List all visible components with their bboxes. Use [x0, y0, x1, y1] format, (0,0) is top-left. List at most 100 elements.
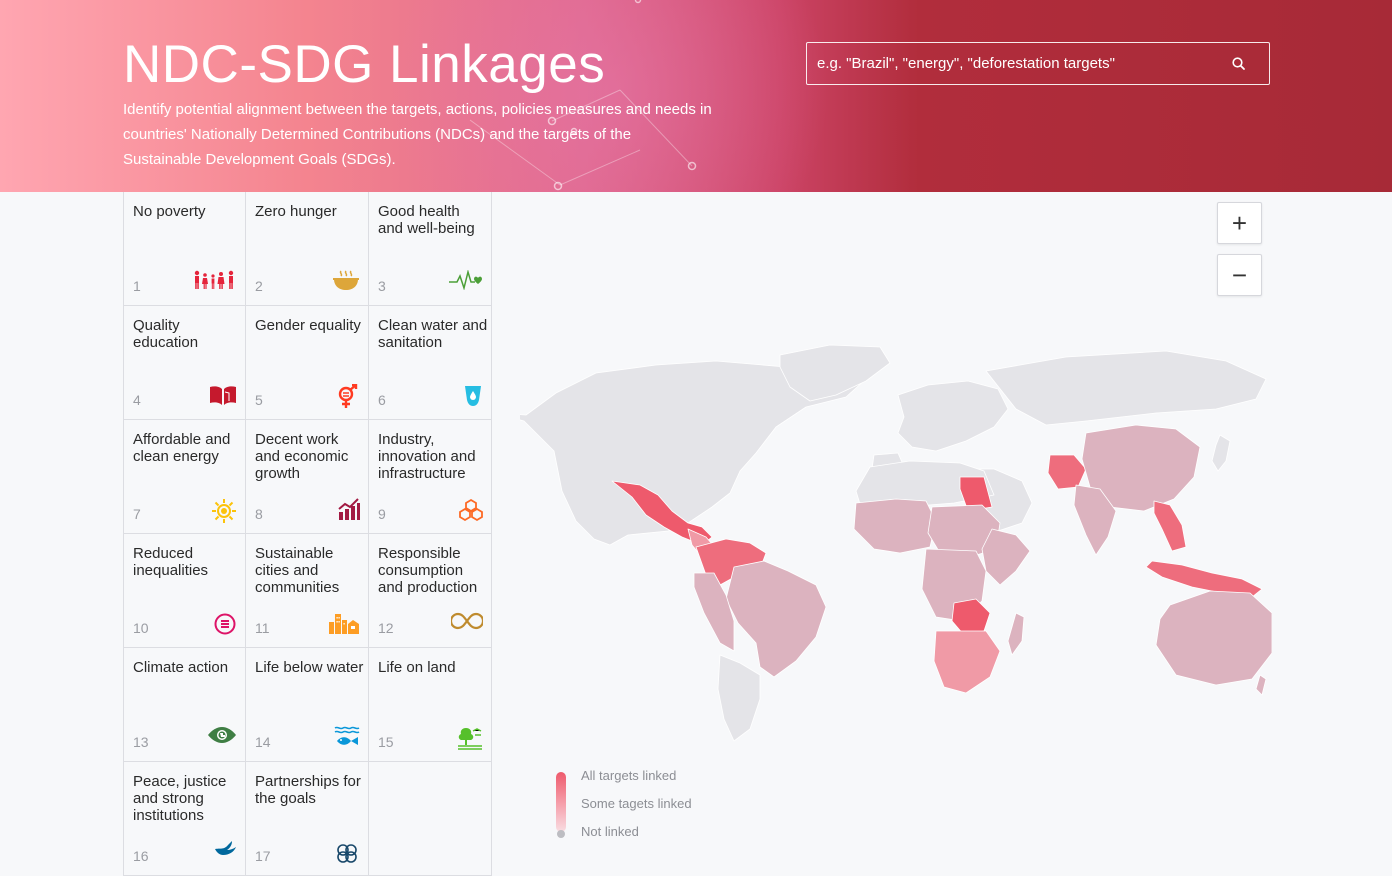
bowl-icon	[314, 270, 360, 296]
infinity-icon	[437, 612, 483, 638]
sdg-tile-6[interactable]: Clean water and sanitation 6	[369, 306, 492, 420]
sdg-tile-label: Reduced inequalities	[133, 545, 209, 579]
sdg-tile-label: Good health and well-being	[378, 203, 475, 237]
country-southern-cone	[717, 654, 761, 742]
water-drop-icon	[437, 384, 483, 410]
country-southeast-asia	[1153, 500, 1187, 552]
sdg-goal-grid: No poverty 1 Zero hunger 2 Good health a…	[123, 192, 493, 876]
sdg-tile-number: 11	[255, 620, 270, 636]
sdg-tile-label: Sustainable cities and communities	[255, 545, 340, 596]
sdg-tile-label: Partnerships for the goals	[255, 773, 361, 807]
header-banner: NDC-SDG Linkages Identify potential alig…	[0, 0, 1392, 192]
sdg-tile-7[interactable]: Affordable and clean energy 7	[123, 420, 246, 534]
country-europe	[897, 380, 1009, 452]
country-brazil	[725, 560, 827, 678]
legend-some-linked: Some tagets linked	[581, 796, 692, 811]
heartbeat-icon	[437, 270, 483, 296]
country-new-zealand	[1255, 674, 1267, 696]
city-icon	[314, 612, 360, 638]
sdg-tile-14[interactable]: Life below water 14	[246, 648, 369, 762]
sdg-tile-2[interactable]: Zero hunger 2	[246, 192, 369, 306]
sdg-tile-16[interactable]: Peace, justice and strong institutions 1…	[123, 762, 246, 876]
legend-not-linked-dot	[557, 830, 565, 838]
sdg-tile-label: Climate action	[133, 659, 229, 676]
country-peru-andes	[693, 572, 735, 652]
sdg-tile-label: No poverty	[133, 203, 206, 220]
growth-chart-icon	[314, 498, 360, 524]
country-madagascar	[1007, 612, 1025, 656]
sdg-tile-number: 5	[255, 392, 263, 408]
country-zambia	[951, 598, 991, 636]
equal-icon	[191, 612, 237, 638]
sdg-tile-number: 8	[255, 506, 263, 522]
sdg-tile-4[interactable]: Quality education 4	[123, 306, 246, 420]
sdg-tile-label: Responsible consumption and production	[378, 545, 478, 596]
sdg-tile-label: Decent work and economic growth	[255, 431, 349, 482]
sun-icon	[191, 498, 237, 524]
sdg-tile-number: 2	[255, 278, 263, 294]
eye-globe-icon	[191, 726, 237, 752]
sdg-tile-number: 10	[133, 620, 149, 636]
country-australia	[1155, 590, 1272, 686]
sdg-tile-number: 13	[133, 734, 149, 750]
sdg-tile-label: Life on land	[378, 659, 456, 676]
fish-icon	[314, 726, 360, 752]
cubes-icon	[437, 498, 483, 524]
zoom-in-button[interactable]: +	[1217, 202, 1262, 244]
sdg-tile-12[interactable]: Responsible consumption and production 1…	[369, 534, 492, 648]
sdg-tile-9[interactable]: Industry, innovation and infrastructure …	[369, 420, 492, 534]
search-icon[interactable]	[1231, 56, 1247, 72]
country-japan	[1211, 434, 1231, 472]
page-title: NDC-SDG Linkages	[123, 35, 606, 94]
sdg-tile-17[interactable]: Partnerships for the goals 17	[246, 762, 369, 876]
sdg-tile-label: Quality education	[133, 317, 199, 351]
sdg-tile-label: Affordable and clean energy	[133, 431, 231, 465]
sdg-tile-label: Gender equality	[255, 317, 361, 334]
sdg-tile-number: 15	[378, 734, 394, 750]
book-icon	[191, 384, 237, 410]
dove-icon	[191, 840, 237, 866]
sdg-tile-number: 9	[378, 506, 386, 522]
search-box[interactable]	[806, 42, 1270, 85]
sdg-tile-label: Industry, innovation and infrastructure	[378, 431, 476, 482]
country-west-africa	[853, 498, 937, 554]
sdg-tile-label: Peace, justice and strong institutions	[133, 773, 227, 824]
sdg-tile-number: 14	[255, 734, 271, 750]
sdg-tile-number: 17	[255, 848, 271, 864]
rings-icon	[314, 840, 360, 866]
country-indonesia	[1145, 560, 1263, 598]
legend-not-linked: Not linked	[581, 824, 639, 839]
sdg-tile-number: 4	[133, 392, 141, 408]
country-southern-africa	[933, 630, 1001, 694]
sdg-tile-11[interactable]: Sustainable cities and communities 11	[246, 534, 369, 648]
sdg-tile-number: 12	[378, 620, 394, 636]
sdg-tile-8[interactable]: Decent work and economic growth 8	[246, 420, 369, 534]
sdg-tile-5[interactable]: Gender equality 5	[246, 306, 369, 420]
sdg-tile-label: Clean water and sanitation	[378, 317, 488, 351]
sdg-tile-number: 3	[378, 278, 386, 294]
page-description: Identify potential alignment between the…	[123, 101, 712, 168]
gender-icon	[314, 384, 360, 410]
people-icon	[191, 270, 237, 296]
sdg-tile-10[interactable]: Reduced inequalities 10	[123, 534, 246, 648]
sdg-tile-number: 16	[133, 848, 149, 864]
sdg-tile-empty	[369, 762, 492, 876]
tree-icon	[437, 726, 483, 752]
sdg-tile-1[interactable]: No poverty 1	[123, 192, 246, 306]
country-russia	[985, 350, 1267, 426]
sdg-tile-number: 6	[378, 392, 386, 408]
sdg-tile-label: Life below water	[255, 659, 364, 676]
sdg-tile-15[interactable]: Life on land 15	[369, 648, 492, 762]
sdg-tile-number: 1	[133, 278, 141, 294]
sdg-tile-3[interactable]: Good health and well-being 3	[369, 192, 492, 306]
legend-gradient-bar	[556, 772, 566, 832]
sdg-tile-number: 7	[133, 506, 141, 522]
legend-all-linked: All targets linked	[581, 768, 677, 783]
sdg-tile-label: Zero hunger	[255, 203, 337, 220]
country-afghanistan-pakistan	[1047, 454, 1087, 490]
world-map[interactable]	[520, 335, 1272, 745]
sdg-tile-13[interactable]: Climate action 13	[123, 648, 246, 762]
zoom-out-button[interactable]: −	[1217, 254, 1262, 296]
country-horn-of-africa	[981, 528, 1031, 586]
search-input[interactable]	[807, 43, 1227, 84]
